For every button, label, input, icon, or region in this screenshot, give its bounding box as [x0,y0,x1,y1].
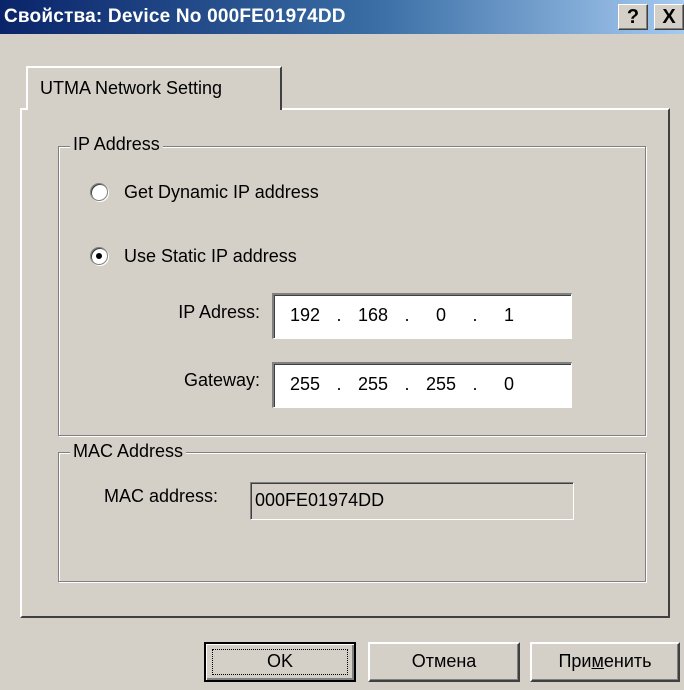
ip-octet-1[interactable]: 192 [282,305,328,326]
apply-label-prefix: При [558,651,592,671]
ip-dot: . [472,305,478,325]
gateway-octet-4[interactable]: 0 [486,374,532,395]
dynamic-ip-label: Get Dynamic IP address [124,181,319,202]
mac-address-label: MAC address: [104,486,219,506]
gateway-octet-1[interactable]: 255 [282,374,328,395]
ip-octet-4[interactable]: 1 [486,305,532,326]
apply-button[interactable]: Применить [530,642,680,682]
gateway-label: Gateway: [183,370,260,390]
ok-button[interactable]: OK [204,642,356,682]
gateway-dot: . [336,374,342,394]
mac-address-group-label: MAC Address [70,440,187,462]
ip-octet-2[interactable]: 168 [350,305,396,326]
cancel-button[interactable]: Отмена [368,642,520,682]
static-ip-radio[interactable] [90,247,108,265]
gateway-octet-3[interactable]: 255 [418,374,464,395]
ip-dot: . [336,305,342,325]
gateway-dot: . [472,374,478,394]
title-bar: Свойства: Device No 000FE01974DD ? X [0,0,684,34]
gateway-octet-2[interactable]: 255 [350,374,396,395]
close-button[interactable]: X [654,4,684,30]
help-button[interactable]: ? [618,4,648,30]
static-ip-option[interactable]: Use Static IP address [90,244,297,268]
ip-address-group-label: IP Address [70,133,163,155]
gateway-input[interactable]: 255 . 255 . 255 . 0 [272,362,572,408]
dynamic-ip-option[interactable]: Get Dynamic IP address [90,180,319,204]
focus-rectangle [212,649,348,675]
ip-address-label: IP Adress: [178,302,260,322]
apply-label-mnemonic: м [591,651,604,671]
ip-address-input[interactable]: 192 . 168 . 0 . 1 [272,293,572,339]
dynamic-ip-radio[interactable] [90,183,108,201]
mac-address-field: 000FE01974DD [250,482,574,520]
apply-label-suffix: енить [603,651,652,671]
static-ip-label: Use Static IP address [124,245,297,266]
tab-utma-network-setting[interactable]: UTMA Network Setting [26,66,282,110]
window-title: Свойства: Device No 000FE01974DD [4,6,346,27]
ip-octet-3[interactable]: 0 [418,305,464,326]
ip-dot: . [404,305,410,325]
gateway-dot: . [404,374,410,394]
